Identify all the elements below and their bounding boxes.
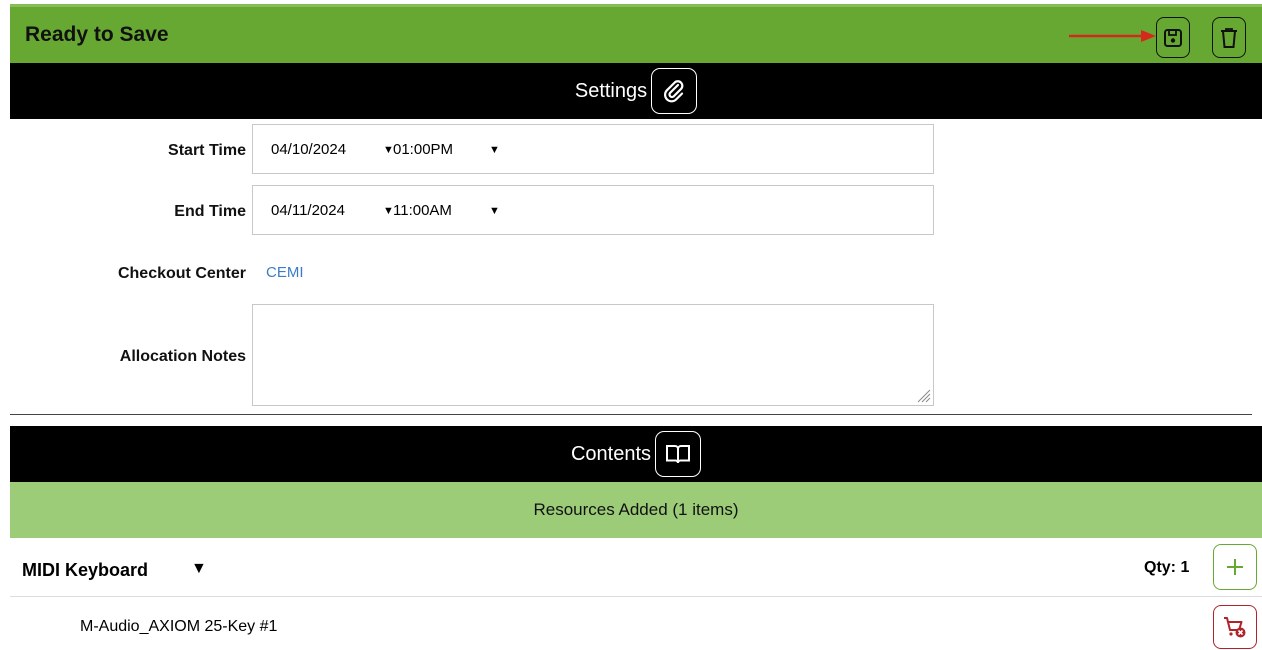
- delete-button[interactable]: [1212, 17, 1246, 58]
- end-date-input[interactable]: 04/11/2024: [271, 202, 345, 219]
- page-title: Ready to Save: [25, 23, 169, 46]
- attachments-button[interactable]: [651, 68, 698, 114]
- checkout-center-label: Checkout Center: [117, 265, 246, 282]
- start-date-input[interactable]: 04/10/2024: [271, 141, 346, 158]
- start-time-dropdown-icon[interactable]: ▼: [489, 144, 500, 156]
- resource-item-name: M-Audio_AXIOM 25-Key #1: [80, 618, 278, 635]
- status-header: Ready to Save: [10, 4, 1262, 63]
- paperclip-icon: [664, 80, 684, 103]
- allocation-notes-textarea[interactable]: [252, 304, 934, 406]
- end-time-label: End Time: [174, 203, 246, 220]
- contents-title: Contents: [570, 442, 652, 465]
- catalog-button[interactable]: [655, 431, 702, 477]
- trash-icon: [1221, 27, 1237, 48]
- checkout-center-link[interactable]: CEMI: [266, 264, 304, 281]
- remove-item-button[interactable]: [1213, 605, 1257, 649]
- allocation-notes-label: Allocation Notes: [119, 348, 246, 365]
- quantity-label: Qty: 1: [1144, 559, 1190, 576]
- section-divider: [10, 414, 1252, 415]
- arrow-pointer-icon: [1069, 30, 1156, 42]
- save-button[interactable]: [1156, 17, 1190, 58]
- resources-added-banner: Resources Added (1 items): [10, 482, 1262, 538]
- start-time-field: 04/10/2024 ▼ 01:00PM ▼: [252, 124, 934, 174]
- list-item: M-Audio_AXIOM 25-Key #1: [10, 598, 1262, 650]
- end-time-input[interactable]: 11:00AM: [393, 202, 452, 219]
- book-icon: [666, 445, 691, 464]
- start-time-input[interactable]: 01:00PM: [393, 141, 453, 158]
- add-item-button[interactable]: [1213, 544, 1257, 590]
- end-time-field: 04/11/2024 ▼ 11:00AM ▼: [252, 185, 934, 235]
- resource-group-row: MIDI Keyboard ▼ Qty: 1: [10, 540, 1262, 597]
- settings-title: Settings: [574, 79, 648, 102]
- caret-down-icon[interactable]: ▼: [191, 560, 207, 578]
- contents-section-header: Contents: [10, 426, 1262, 482]
- start-time-label: Start Time: [168, 142, 246, 159]
- plus-icon: [1227, 559, 1243, 575]
- cart-remove-icon: [1224, 617, 1246, 638]
- end-time-dropdown-icon[interactable]: ▼: [489, 205, 500, 217]
- settings-section-header: Settings: [10, 63, 1262, 119]
- floppy-disk-icon: [1164, 28, 1182, 47]
- resource-group-name: MIDI Keyboard: [22, 560, 149, 580]
- resize-handle-icon[interactable]: [915, 387, 931, 403]
